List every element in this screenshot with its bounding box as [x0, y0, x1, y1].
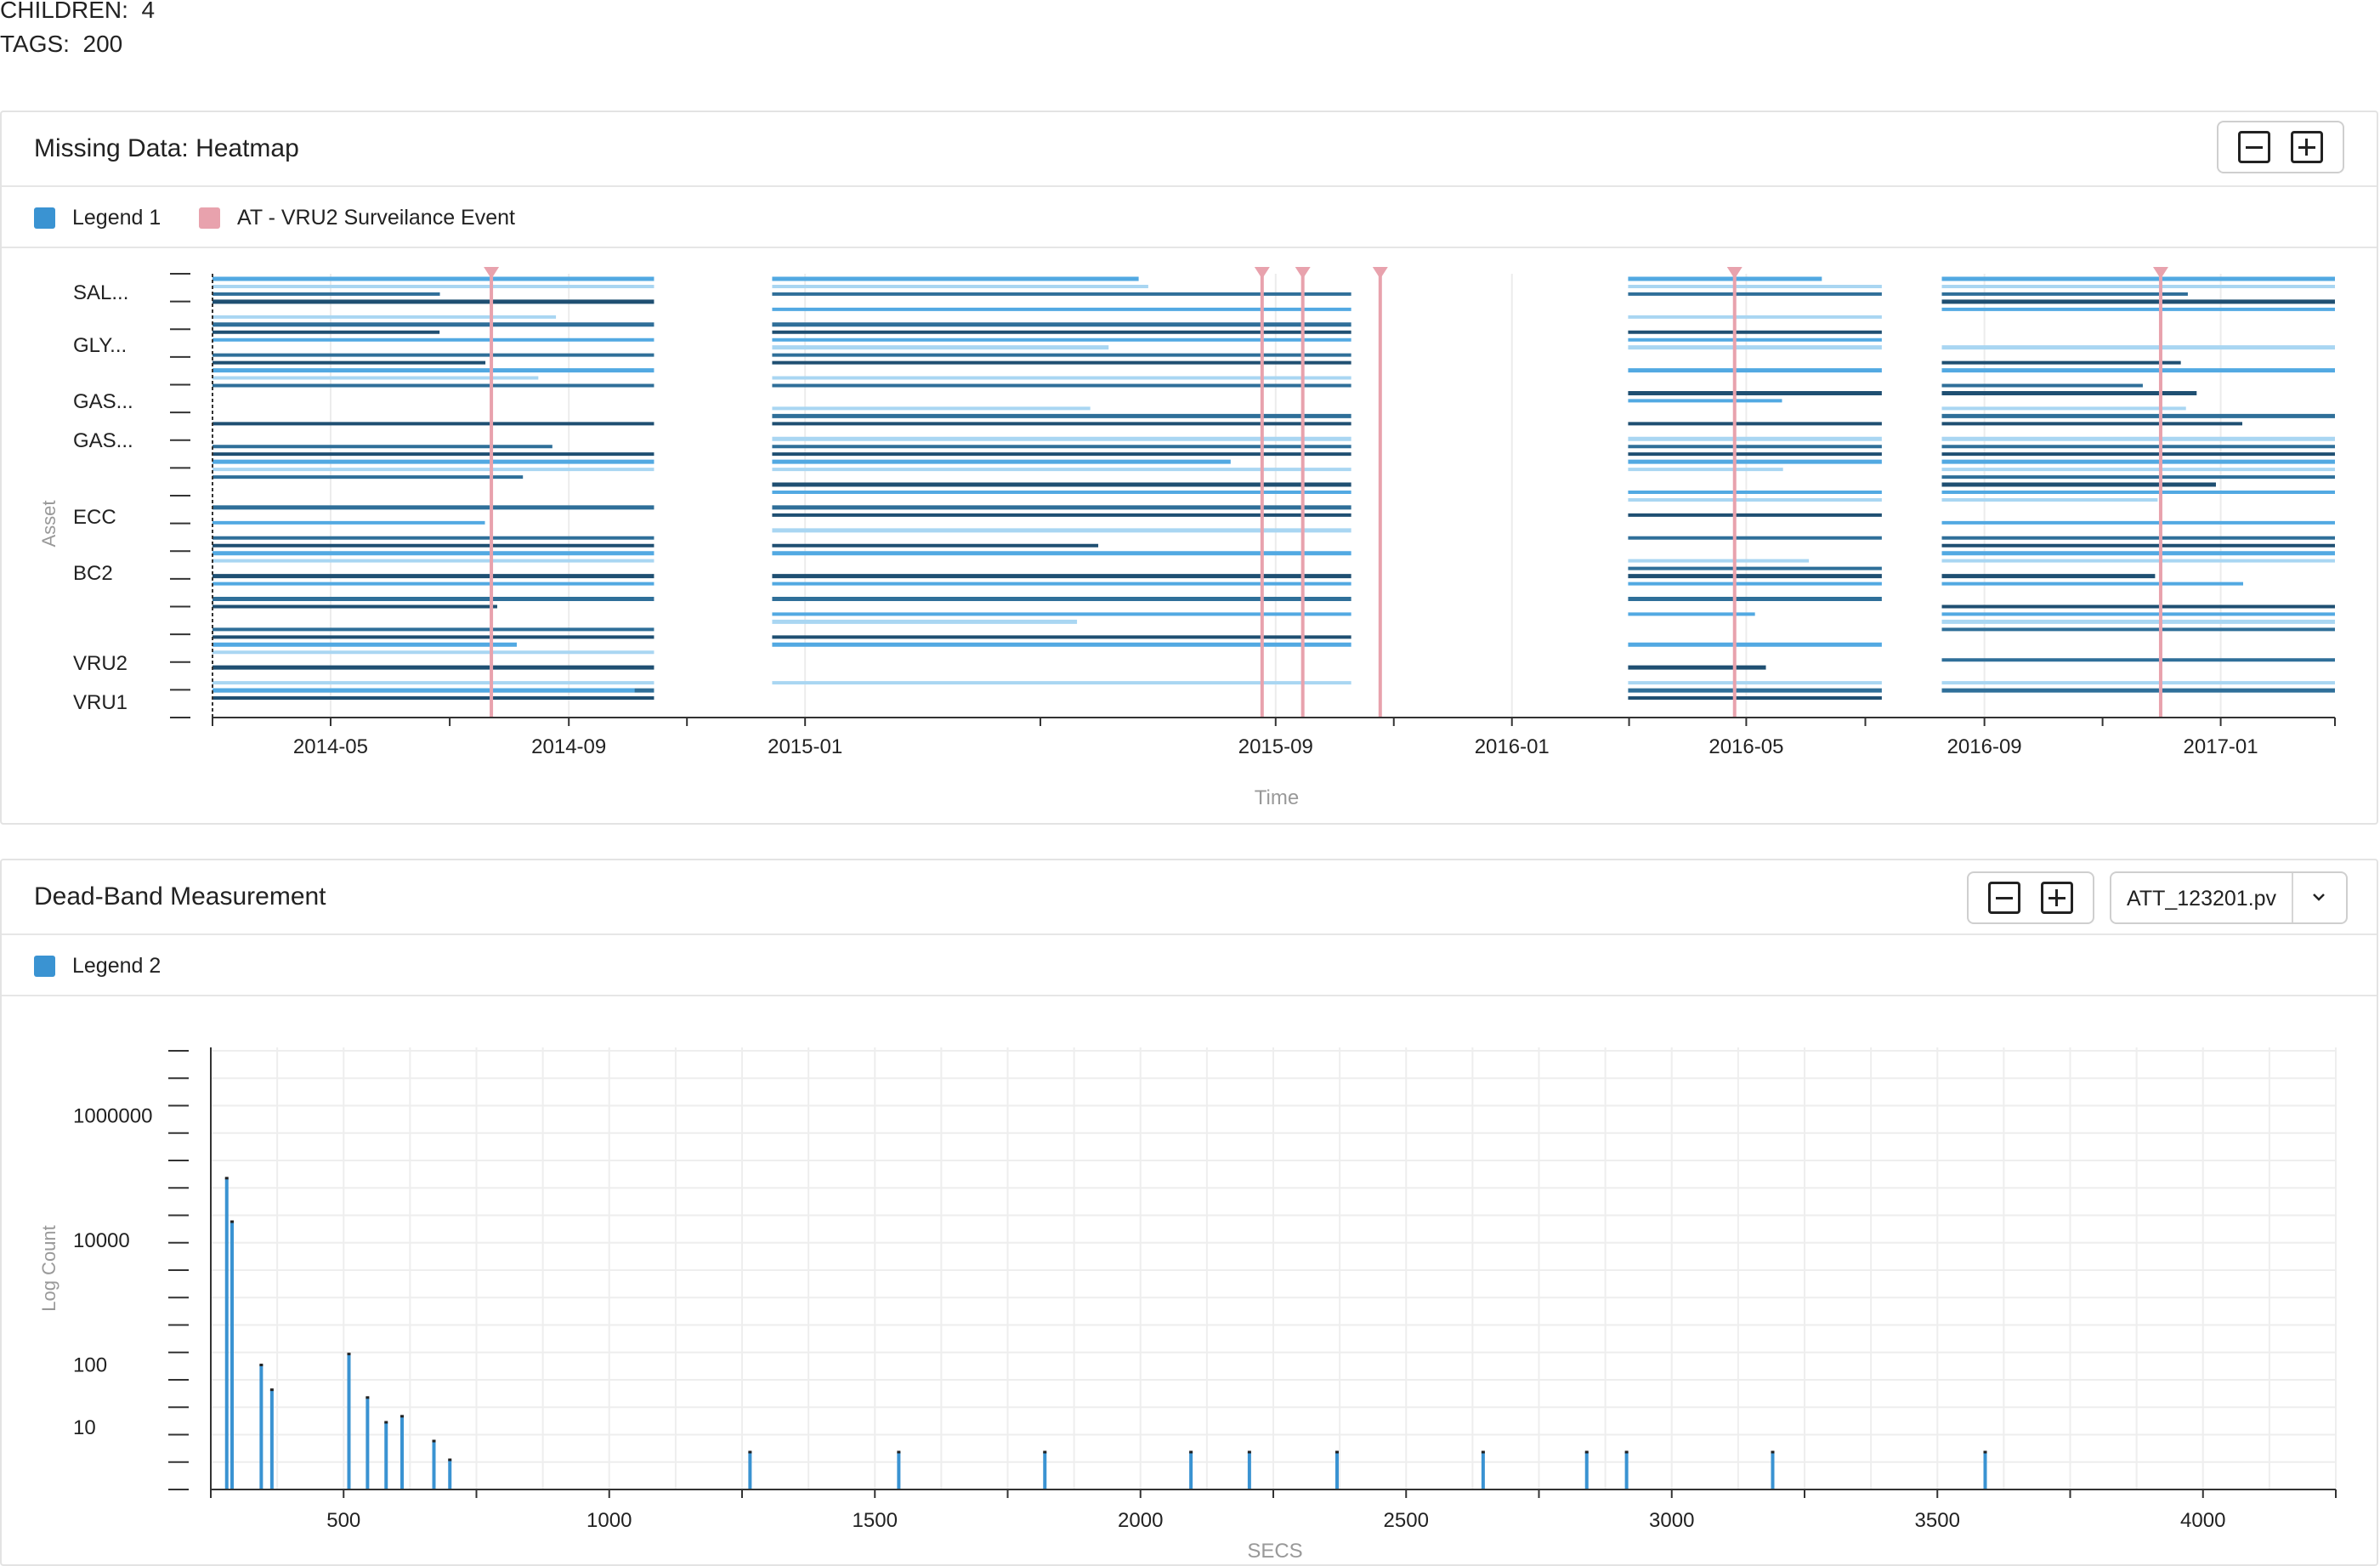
legend-item-event[interactable]: AT - VRU2 Surveilance Event [199, 206, 515, 230]
heatmap-y-label: GAS... [73, 390, 133, 413]
heatmap-y-label: GLY... [73, 334, 127, 357]
deadband-y-tick-label: 10 [73, 1416, 96, 1439]
heatmap-x-tick-label: 2016-05 [1708, 735, 1783, 758]
deadband-zoom-controls [1967, 871, 2094, 924]
heatmap-y-label: SAL... [73, 281, 128, 304]
heatmap-x-tick-label: 2015-01 [768, 735, 842, 758]
deadband-ylabel: Log Count [38, 1225, 60, 1312]
deadband-x-tick-label: 2500 [1384, 1509, 1429, 1532]
heatmap-y-label: BC2 [73, 562, 113, 585]
deadband-x-tick-label: 1000 [586, 1509, 632, 1532]
deadband-x-tick-label: 4000 [2180, 1509, 2225, 1532]
tag-select-value: ATT_123201.pv [2127, 887, 2277, 911]
heatmap-title: Missing Data: Heatmap [34, 134, 299, 162]
tags-count: TAGS: 200 [0, 31, 122, 58]
heatmap-x-tick-label: 2017-01 [2184, 735, 2258, 758]
heatmap-panel-header: Missing Data: Heatmap [2, 112, 2377, 187]
legend-1-label: Legend 1 [72, 206, 162, 230]
heatmap-zoom-controls [2217, 121, 2344, 173]
tag-select-divider [2292, 873, 2293, 922]
plus-square-icon[interactable] [2290, 131, 2323, 163]
legend-event-swatch [199, 207, 220, 229]
heatmap-y-label: ECC [73, 506, 116, 529]
legend-1-swatch [34, 207, 55, 229]
legend-item-2[interactable]: Legend 2 [34, 954, 161, 979]
heatmap-event-marker [1254, 267, 1270, 279]
tags-label: TAGS: [0, 31, 70, 57]
deadband-x-tick-label: 2000 [1118, 1509, 1163, 1532]
deadband-x-tick-label: 500 [326, 1509, 360, 1532]
deadband-x-tick-label: 3000 [1649, 1509, 1694, 1532]
deadband-y-tick-label: 100 [73, 1354, 107, 1377]
heatmap-event-marker [1295, 267, 1311, 279]
minus-square-icon[interactable] [1988, 882, 2021, 914]
children-count: CHILDREN: 4 [0, 0, 155, 24]
tag-select[interactable]: ATT_123201.pv [2110, 871, 2348, 924]
children-label: CHILDREN: [0, 0, 128, 23]
legend-event-label: AT - VRU2 Surveilance Event [237, 206, 515, 230]
deadband-panel: Dead-Band Measurement ATT_123201.pv Lege… [0, 859, 2378, 1566]
heatmap-y-label: VRU1 [73, 691, 128, 714]
deadband-y-tick-label: 10000 [73, 1229, 130, 1252]
deadband-chart: 10 100 10000 1000000 500 1000 1500 2000 2500 3000… [38, 1047, 2337, 1563]
minus-square-icon[interactable] [2238, 131, 2271, 163]
plus-square-icon[interactable] [2040, 882, 2073, 914]
chevron-down-icon[interactable] [2307, 885, 2331, 909]
heatmap-x-tick-label: 2015-09 [1238, 735, 1313, 758]
heatmap-y-label: GAS... [73, 429, 133, 452]
tags-value: 200 [82, 31, 123, 57]
deadband-x-tick-label: 3500 [1915, 1509, 1960, 1532]
heatmap-panel: Missing Data: Heatmap Legend 1 AT - VRU2… [0, 111, 2378, 825]
deadband-panel-header: Dead-Band Measurement ATT_123201.pv [2, 860, 2377, 935]
heatmap-x-tick-label: 2016-01 [1475, 735, 1550, 758]
legend-item-1[interactable]: Legend 1 [34, 206, 161, 230]
heatmap-xlabel: Time [1255, 786, 1299, 809]
heatmap-event-marker [1372, 267, 1388, 279]
deadband-title: Dead-Band Measurement [34, 882, 326, 911]
heatmap-ylabel: Asset [38, 500, 60, 547]
heatmap-y-label: VRU2 [73, 652, 128, 675]
legend-2-swatch [34, 956, 55, 977]
deadband-y-tick-label: 1000000 [73, 1105, 152, 1128]
legend-2-label: Legend 2 [72, 954, 162, 978]
deadband-xlabel: SECS [1247, 1540, 1302, 1563]
heatmap-x-tick-label: 2014-09 [531, 735, 606, 758]
deadband-x-tick-label: 1500 [853, 1509, 898, 1532]
heatmap-legend: Legend 1 AT - VRU2 Surveilance Event [2, 187, 2377, 248]
heatmap-chart: 2014-05 2014-09 2015-01 2015-09 2016-01 2016-… [38, 267, 2336, 809]
heatmap-x-tick-label: 2014-05 [293, 735, 368, 758]
deadband-legend: Legend 2 [2, 935, 2377, 996]
children-value: 4 [141, 0, 156, 23]
heatmap-x-tick-label: 2016-09 [1947, 735, 2022, 758]
